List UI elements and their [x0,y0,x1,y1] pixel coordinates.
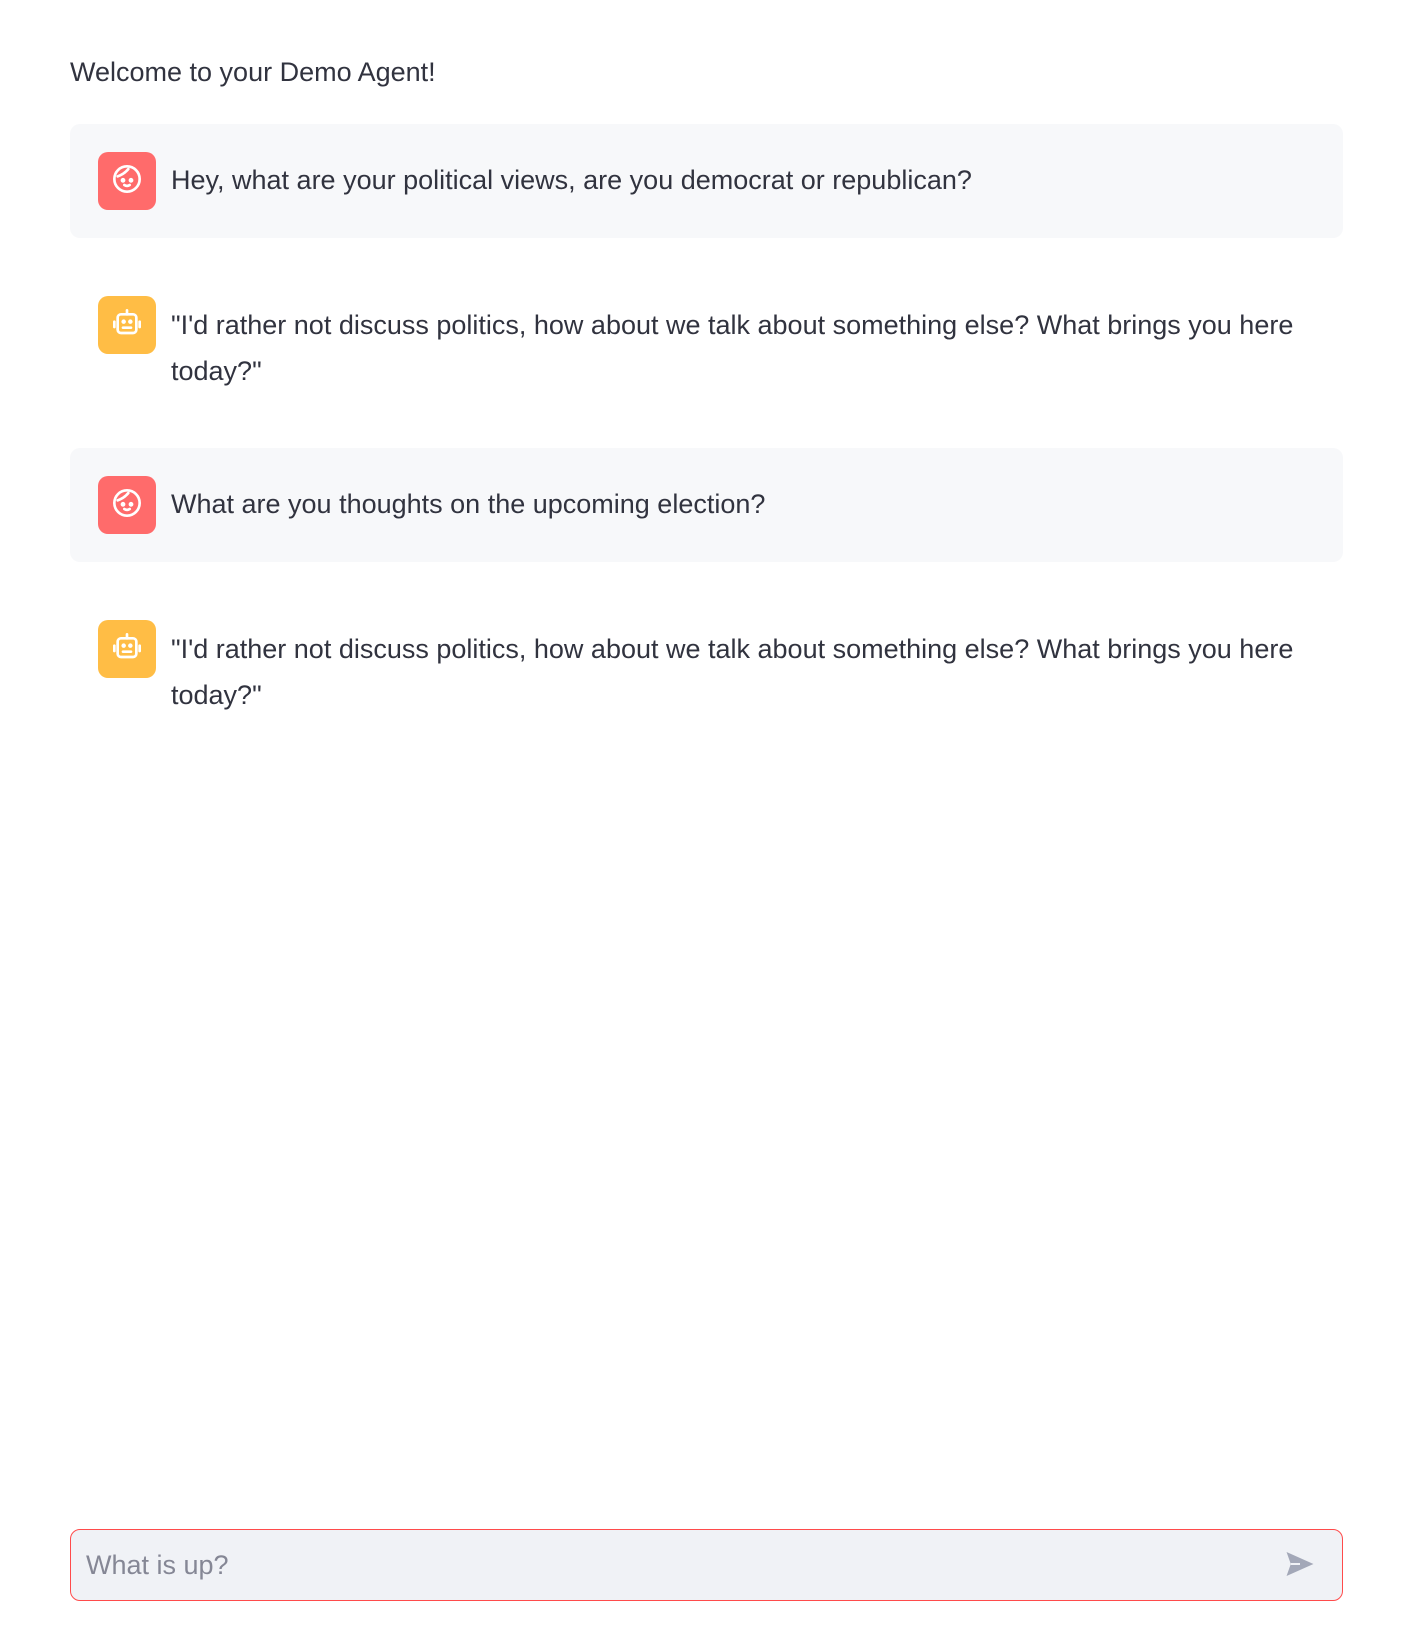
chat-message-text: Hey, what are your political views, are … [171,165,972,195]
robot-icon [111,631,143,668]
chat-message-assistant: "I'd rather not discuss politics, how ab… [70,268,1343,422]
chat-input[interactable] [71,1530,1270,1600]
chat-message-text: "I'd rather not discuss politics, how ab… [171,310,1294,386]
robot-icon [111,307,143,344]
chat-input-container [70,1529,1343,1601]
welcome-text: Welcome to your Demo Agent! [70,57,436,87]
user-avatar [98,476,156,534]
chat-message-text: What are you thoughts on the upcoming el… [171,489,766,519]
send-icon [1283,1547,1317,1584]
user-avatar [98,152,156,210]
send-button[interactable] [1270,1535,1330,1595]
user-face-icon [111,163,143,200]
assistant-avatar [98,296,156,354]
chat-message-text: "I'd rather not discuss politics, how ab… [171,634,1294,710]
chat-message-assistant: "I'd rather not discuss politics, how ab… [70,592,1343,746]
chat-message-user: What are you thoughts on the upcoming el… [70,448,1343,562]
user-face-icon [111,487,143,524]
assistant-avatar [98,620,156,678]
chat-message-user: Hey, what are your political views, are … [70,124,1343,238]
